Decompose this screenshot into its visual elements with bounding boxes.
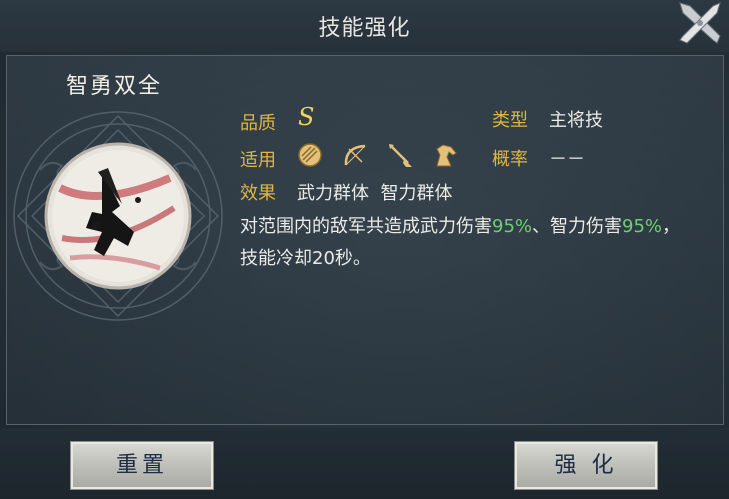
window-title: 技能强化 [318, 16, 411, 41]
type-value: 主将技 [549, 110, 603, 131]
cavalry-horse-icon [431, 141, 459, 169]
effect-label: 效果 [240, 183, 276, 204]
spear-icon [386, 141, 414, 169]
rate-value: －－ [549, 149, 585, 170]
skill-description: 对范围内的敌军共造成武力伤害95%、智力伤害95%，技能冷却20秒。 [240, 211, 690, 275]
skill-emblem [10, 108, 226, 324]
skill-strengthen-window: 技能强化 智勇双全 品质 S 类型 主将技 适用 概率 －－ 效果 武力群体 智… [0, 0, 729, 499]
bow-icon [341, 141, 369, 169]
quality-value: S [298, 103, 315, 131]
shield-icon [296, 141, 324, 169]
strengthen-button[interactable]: 强 化 [514, 441, 658, 490]
effect-tags: 武力群体 智力群体 [297, 183, 453, 204]
applicable-troop-icons [296, 141, 471, 169]
applies-label: 适用 [240, 150, 276, 171]
skill-name: 智勇双全 [66, 74, 163, 99]
title-bar: 技能强化 [0, 0, 729, 52]
reset-button[interactable]: 重置 [70, 441, 214, 490]
type-label: 类型 [492, 110, 528, 131]
rate-label: 概率 [492, 149, 528, 170]
intellect-damage-percent: 95% [622, 216, 663, 237]
martial-damage-percent: 95% [492, 216, 533, 237]
quality-label: 品质 [240, 113, 276, 134]
close-icon [679, 2, 721, 44]
description-text: 对范围内的敌军共造成武力伤害 [240, 216, 492, 237]
description-text: 、智力伤害 [532, 216, 623, 237]
close-button[interactable] [677, 0, 723, 46]
